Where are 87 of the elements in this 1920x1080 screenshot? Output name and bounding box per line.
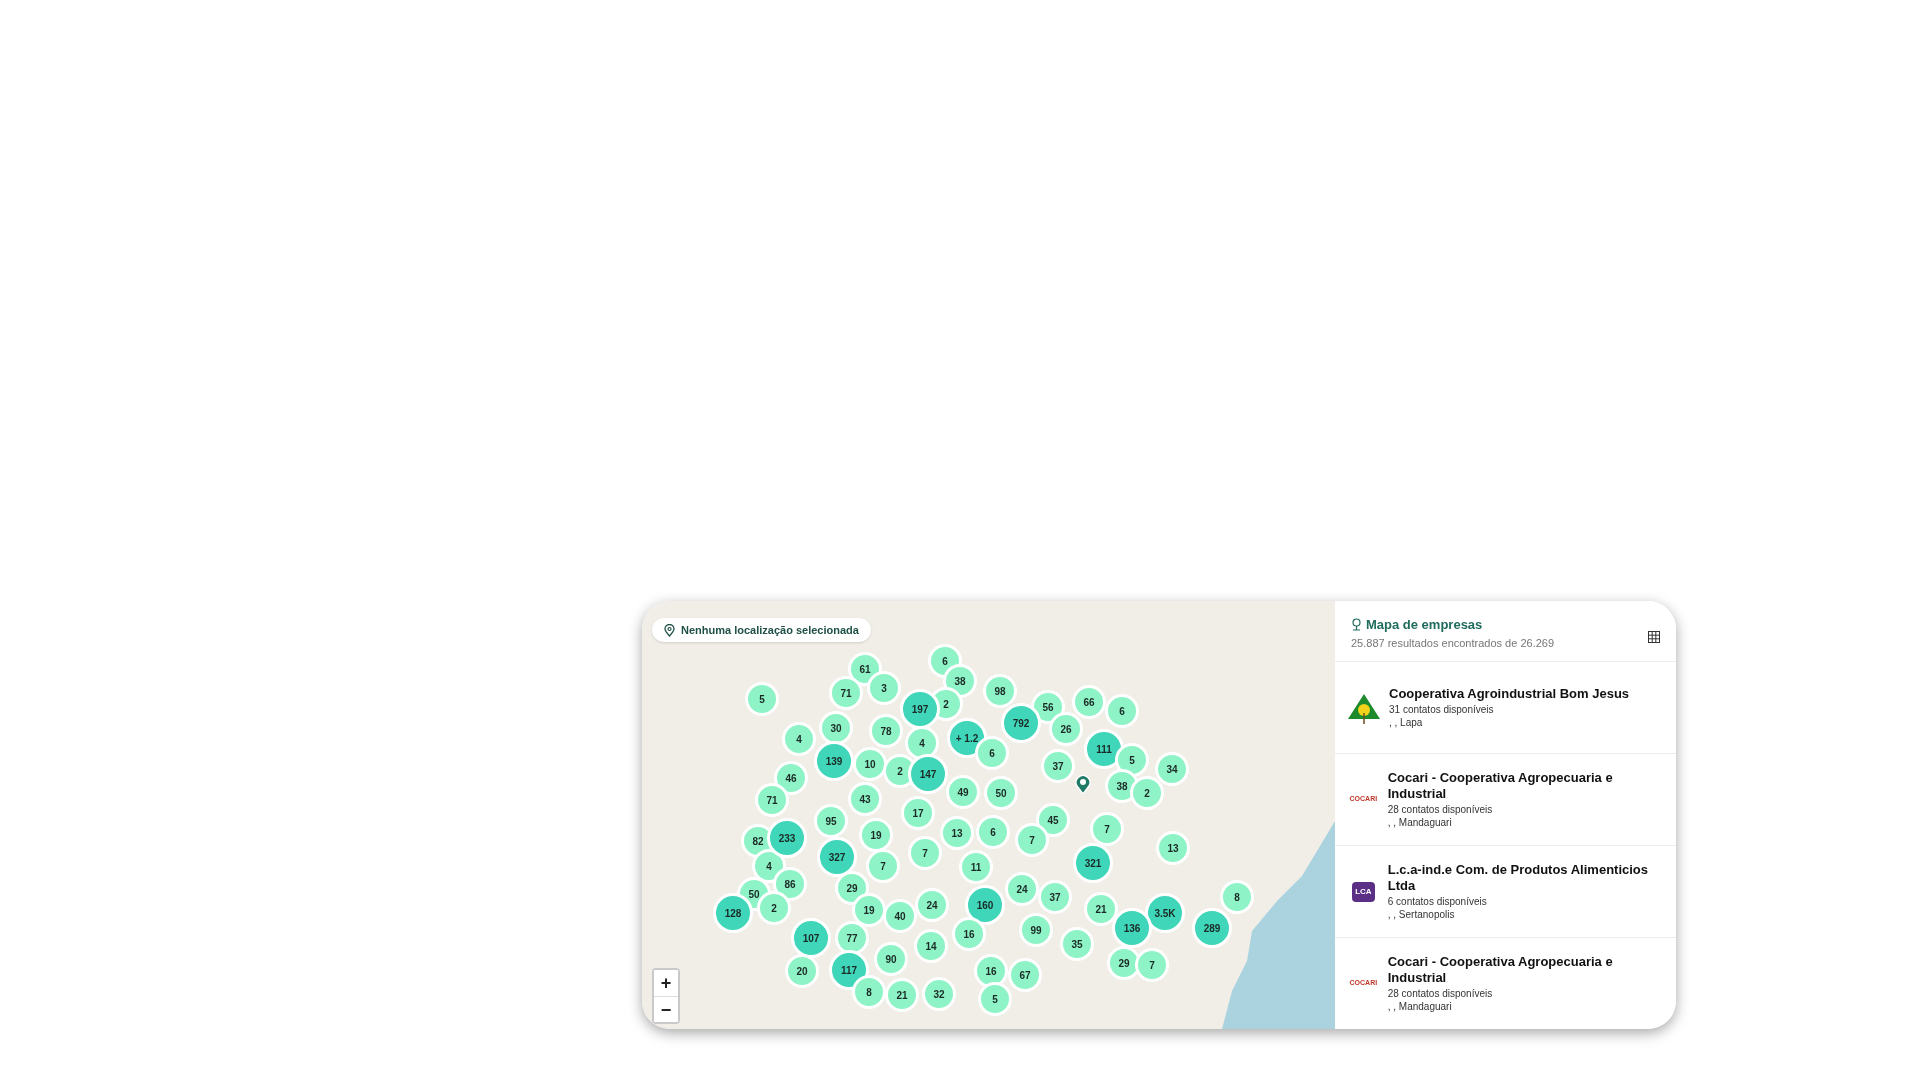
cluster-marker[interactable]: 66 [1072,685,1106,719]
cluster-marker[interactable]: 37 [1038,880,1072,914]
cluster-marker[interactable]: 99 [1019,913,1053,947]
cluster-marker[interactable]: 792 [1001,703,1041,743]
cluster-marker[interactable]: 35 [1060,927,1094,961]
company-logo: LCA [1352,881,1375,902]
cluster-marker[interactable]: 24 [915,888,949,922]
cluster-marker[interactable]: 16 [974,954,1008,988]
cluster-marker[interactable]: 26 [1049,712,1083,746]
cluster-marker[interactable]: 107 [791,918,831,958]
cluster-marker[interactable]: 78 [869,714,903,748]
cluster-marker[interactable]: 5 [978,982,1012,1016]
cluster-marker[interactable]: 14 [914,929,948,963]
cluster-marker[interactable]: 67 [1008,958,1042,992]
cluster-marker[interactable]: 5 [745,682,779,716]
cluster-marker[interactable]: 24 [1005,872,1039,906]
cluster-marker[interactable]: 4 [905,726,939,760]
cluster-marker[interactable]: 16 [952,917,986,951]
cluster-marker[interactable]: 29 [1107,946,1141,980]
cluster-marker[interactable]: 2 [1130,776,1164,810]
location-chip-label: Nenhuma localização selecionada [681,622,859,638]
company-list-item[interactable]: Cooperativa Agroindustrial Bom Jesus 31 contatos disponíveis , , Lapa [1335,662,1676,754]
cluster-marker[interactable]: 7 [908,836,942,870]
cluster-marker[interactable]: 45 [1036,803,1070,837]
cluster-marker[interactable]: 3.5K [1145,893,1185,933]
cluster-marker[interactable]: 10 [853,747,887,781]
cluster-marker[interactable]: 77 [835,921,869,955]
cluster-marker[interactable]: 71 [829,676,863,710]
cluster-marker[interactable]: 136 [1112,908,1152,948]
cluster-marker[interactable]: 7 [1135,948,1169,982]
cluster-marker[interactable]: 139 [814,741,854,781]
cluster-marker[interactable]: 7 [1015,823,1049,857]
cluster-marker[interactable]: 8 [852,975,886,1009]
cluster-marker[interactable]: 90 [874,942,908,976]
contacts-count: 6 contatos disponíveis [1387,895,1488,908]
cluster-marker[interactable]: 19 [859,818,893,852]
cluster-marker[interactable]: 111 [1084,729,1124,769]
cluster-marker[interactable]: 197 [900,689,940,729]
panel-title: Mapa de empresas [1366,616,1483,634]
company-name: Cooperativa Agroindustrial Bom Jesus [1389,686,1630,702]
cluster-marker[interactable]: 43 [848,782,882,816]
contacts-count: 31 contatos disponíveis [1389,703,1495,716]
cluster-marker[interactable]: 289 [1192,908,1232,948]
cluster-marker[interactable]: 46 [774,761,808,795]
cluster-marker[interactable]: 6 [1105,694,1139,728]
cluster-marker[interactable]: 34 [1155,752,1189,786]
cluster-marker[interactable]: 95 [814,804,848,838]
company-name: L.c.a-ind.e Com. de Produtos Alimenticios Ltda [1387,862,1650,894]
cluster-marker[interactable]: 13 [1156,831,1190,865]
company-location: , , Sertanopolis [1387,908,1456,921]
cluster-marker[interactable]: 40 [883,899,917,933]
cluster-marker[interactable]: 50 [984,776,1018,810]
company-location: , , Mandaguari [1387,1000,1453,1013]
cluster-marker[interactable]: 71 [755,783,789,817]
cluster-marker[interactable]: 49 [946,775,980,809]
cluster-marker[interactable]: 13 [940,816,974,850]
cluster-marker[interactable]: 160 [965,885,1005,925]
cluster-marker[interactable]: 233 [767,818,807,858]
cluster-marker[interactable]: 8 [1220,880,1254,914]
map-pin-icon [1075,774,1091,794]
cluster-marker[interactable]: 37 [1041,749,1075,783]
cluster-marker[interactable]: 4 [782,722,816,756]
company-name: Cocari - Cooperativa Agropecuaria e Industrial [1387,954,1614,986]
cluster-marker[interactable]: 7 [1090,812,1124,846]
company-name: Cocari - Cooperativa Agropecuaria e Industrial [1387,770,1614,802]
cluster-marker[interactable]: 20 [785,954,819,988]
contacts-count: 28 contatos disponíveis [1387,803,1494,816]
cluster-marker[interactable]: 321 [1073,843,1113,883]
cluster-marker[interactable]: 21 [1084,892,1118,926]
cluster-marker[interactable]: 98 [983,674,1017,708]
cluster-marker[interactable]: 6 [976,815,1010,849]
cluster-marker[interactable]: 11 [959,850,993,884]
company-location: , , Mandaguari [1387,816,1453,829]
contacts-count: 28 contatos disponíveis [1387,987,1494,1000]
cluster-marker[interactable]: 21 [885,978,919,1012]
zoom-out-button[interactable]: − [654,996,678,1022]
cluster-marker[interactable]: 147 [908,754,948,794]
company-location: , , Lapa [1389,716,1424,729]
cluster-marker[interactable]: 7 [866,849,900,883]
cluster-marker[interactable]: 327 [817,837,857,877]
location-chip[interactable]: Nenhuma localização selecionada [652,618,871,642]
cluster-marker[interactable]: 32 [922,977,956,1011]
grid-view-icon[interactable] [1648,631,1660,643]
company-list-item[interactable]: LCA L.c.a-ind.e Com. de Produtos Alimenticios Ltda 6 contatos disponíveis , , Sertanopolis [1335,846,1676,938]
results-count: 25.887 resultados encontrados de 26.269 [1351,635,1555,651]
cluster-marker[interactable]: 17 [901,796,935,830]
cluster-marker[interactable]: 30 [819,711,853,745]
